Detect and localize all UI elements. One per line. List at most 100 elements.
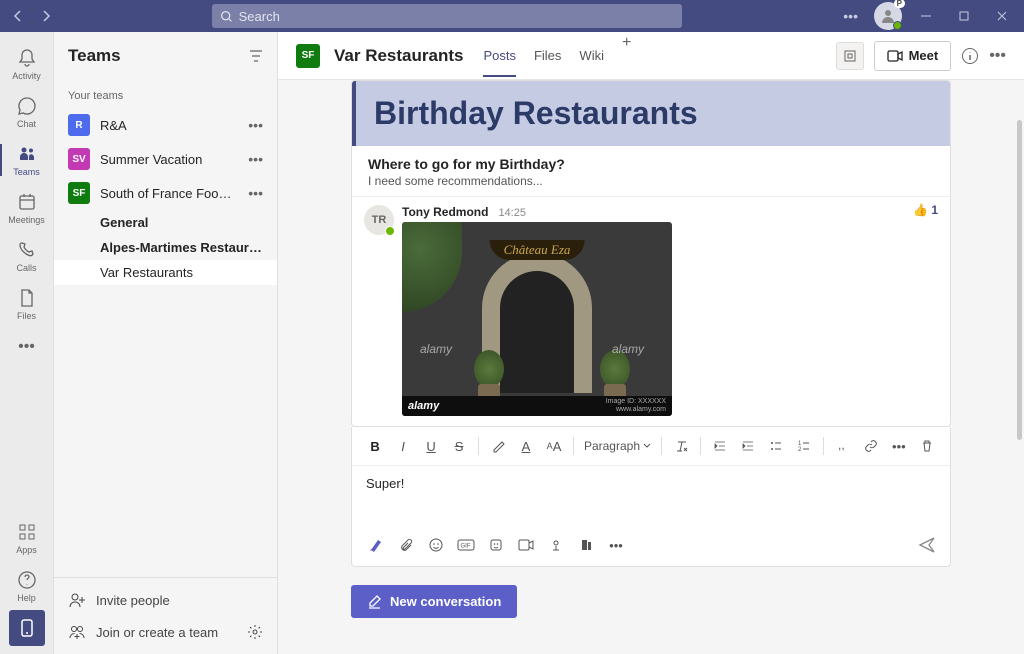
rail-chat[interactable]: Chat — [0, 88, 54, 136]
delete-button[interactable] — [914, 433, 940, 459]
bell-icon — [17, 48, 37, 68]
rail-apps[interactable]: Apps — [0, 514, 54, 562]
stream-button[interactable] — [542, 532, 570, 558]
paragraph-select[interactable]: Paragraph — [580, 439, 655, 453]
tab-posts[interactable]: Posts — [483, 34, 516, 77]
channel-general[interactable]: General — [54, 210, 277, 235]
mobile-icon — [19, 618, 35, 638]
italic-button[interactable]: I — [390, 433, 416, 459]
channel-alpes[interactable]: Alpes-Martimes Restaurants — [54, 235, 277, 260]
team-row[interactable]: SV Summer Vacation ••• — [54, 142, 277, 176]
header-more-icon[interactable]: ••• — [989, 47, 1006, 65]
new-conversation-button[interactable]: New conversation — [351, 585, 517, 618]
reply-author[interactable]: Tony Redmond — [402, 205, 488, 219]
rail-meetings[interactable]: Meetings — [0, 184, 54, 232]
teams-panel-title: Teams — [68, 46, 121, 66]
font-size-button[interactable]: AA — [541, 433, 567, 459]
team-more-icon[interactable]: ••• — [248, 117, 263, 133]
highlight-button[interactable] — [485, 433, 511, 459]
team-more-icon[interactable]: ••• — [248, 151, 263, 167]
gear-icon[interactable] — [247, 624, 263, 640]
rail-calls[interactable]: Calls — [0, 232, 54, 280]
titlebar-more-icon[interactable]: ••• — [833, 8, 868, 24]
close-button[interactable] — [984, 0, 1020, 32]
maximize-button[interactable] — [946, 0, 982, 32]
rail-label: Teams — [13, 167, 40, 177]
section-label: Your teams — [54, 84, 277, 108]
join-team-button[interactable]: Join or create a team — [54, 616, 277, 648]
channel-avatar: SF — [296, 44, 320, 68]
add-tab-button[interactable]: + — [622, 34, 631, 77]
quote-button[interactable]: ,, — [830, 433, 856, 459]
gif-button[interactable]: GIF — [452, 532, 480, 558]
team-row[interactable]: SF South of France Food Lo... ••• — [54, 176, 277, 210]
compose-textarea[interactable]: Super! — [352, 466, 950, 526]
search-input[interactable]: Search — [212, 4, 682, 28]
rail-label: Files — [17, 311, 36, 321]
file-icon — [17, 288, 37, 308]
team-name: South of France Food Lo... — [100, 186, 238, 201]
rail-mobile-button[interactable] — [9, 610, 45, 646]
indent-decrease-button[interactable] — [707, 433, 733, 459]
rail-label: Apps — [16, 545, 37, 555]
meet-now-button[interactable] — [512, 532, 540, 558]
info-button[interactable] — [961, 47, 979, 65]
meet-button[interactable]: Meet — [874, 41, 952, 71]
reaction-like[interactable]: 👍 1 — [913, 203, 938, 217]
emoji-button[interactable] — [422, 532, 450, 558]
rail-teams[interactable]: Teams — [0, 136, 54, 184]
profile-avatar[interactable]: P — [874, 2, 902, 30]
rail-help[interactable]: Help — [0, 562, 54, 610]
font-color-button[interactable]: A — [513, 433, 539, 459]
main-area: SF Var Restaurants Posts Files Wiki + Me… — [278, 32, 1024, 654]
attach-button[interactable] — [392, 532, 420, 558]
send-button[interactable] — [914, 532, 940, 558]
back-button[interactable] — [4, 2, 32, 30]
strike-button[interactable]: S — [446, 433, 472, 459]
link-button[interactable] — [858, 433, 884, 459]
format-button[interactable] — [362, 532, 390, 558]
svg-text:2: 2 — [798, 447, 802, 453]
thread-question: Where to go for my Birthday? — [368, 156, 934, 172]
chat-icon — [17, 96, 37, 116]
reaction-count: 1 — [931, 203, 938, 217]
reply-avatar[interactable]: TR — [364, 205, 394, 235]
filter-button[interactable] — [249, 49, 263, 63]
channel-app-button[interactable] — [836, 42, 864, 70]
rail-label: Activity — [12, 71, 41, 81]
forward-button[interactable] — [32, 2, 60, 30]
invite-people-button[interactable]: Invite people — [54, 584, 277, 616]
scrollbar[interactable] — [1017, 120, 1022, 440]
team-row[interactable]: R R&A ••• — [54, 108, 277, 142]
invite-icon — [68, 591, 86, 609]
rail-label: Calls — [16, 263, 36, 273]
clear-format-button[interactable] — [668, 433, 694, 459]
rail-more-icon[interactable]: ••• — [18, 328, 35, 366]
underline-button[interactable]: U — [418, 433, 444, 459]
compose-icon — [367, 594, 382, 609]
phone-icon — [17, 240, 37, 260]
bold-button[interactable]: B — [362, 433, 388, 459]
rail-label: Meetings — [8, 215, 45, 225]
titlebar: Search ••• P — [0, 0, 1024, 32]
rail-label: Help — [17, 593, 36, 603]
rail-files[interactable]: Files — [0, 280, 54, 328]
tab-wiki[interactable]: Wiki — [579, 34, 604, 77]
bottom-more-icon[interactable]: ••• — [602, 532, 630, 558]
indent-increase-button[interactable] — [735, 433, 761, 459]
reply-row: TR Tony Redmond 14:25 Château Ez — [352, 197, 950, 426]
toolbar-more-icon[interactable]: ••• — [886, 433, 912, 459]
number-list-button[interactable]: 12 — [791, 433, 817, 459]
channel-var[interactable]: Var Restaurants — [54, 260, 277, 285]
bullet-list-button[interactable] — [763, 433, 789, 459]
approvals-button[interactable] — [572, 532, 600, 558]
minimize-button[interactable] — [908, 0, 944, 32]
sticker-button[interactable] — [482, 532, 510, 558]
channel-header: SF Var Restaurants Posts Files Wiki + Me… — [278, 32, 1024, 80]
rail-activity[interactable]: Activity — [0, 40, 54, 88]
thread-subtitle: I need some recommendations... — [368, 174, 934, 188]
reply-image[interactable]: Château Eza alamy alamy alamyImage ID: X… — [402, 222, 672, 416]
team-more-icon[interactable]: ••• — [248, 185, 263, 201]
tab-files[interactable]: Files — [534, 34, 561, 77]
calendar-icon — [17, 192, 37, 212]
